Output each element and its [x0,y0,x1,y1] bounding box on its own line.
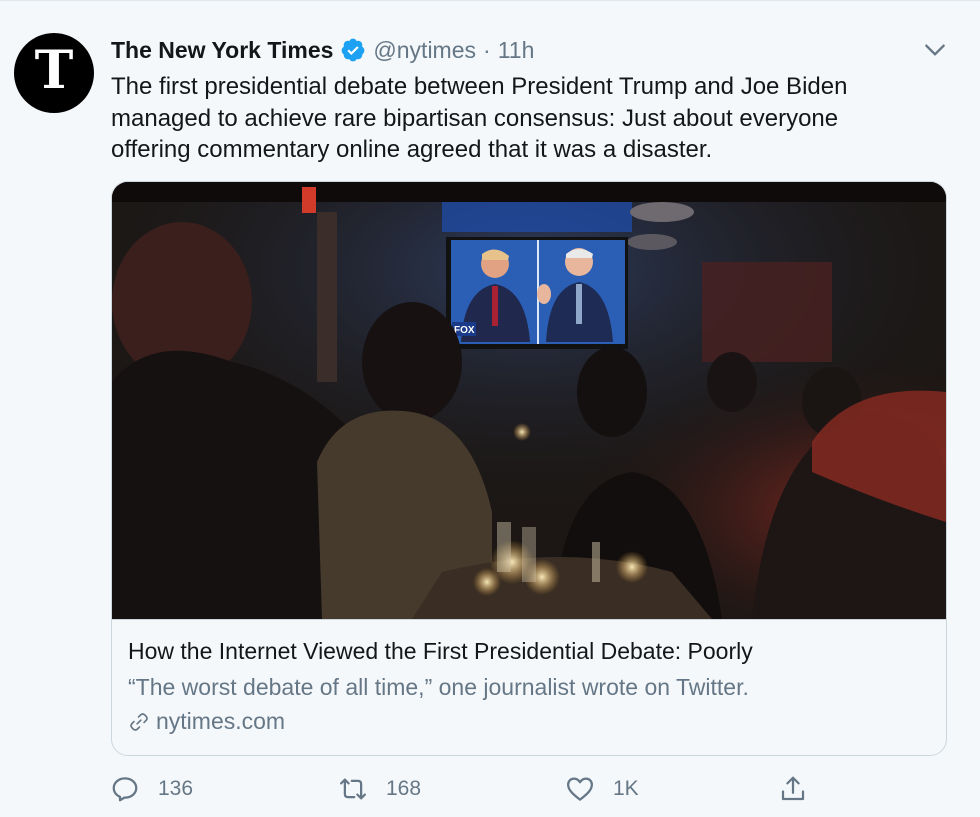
handle[interactable]: @nytimes [373,37,476,64]
share-icon [781,776,805,801]
verified-badge-icon [342,38,365,62]
card-domain: nytimes.com [128,708,285,735]
heart-icon [567,777,593,801]
card-domain-text: nytimes.com [156,708,286,734]
chevron-down-icon[interactable] [922,37,948,63]
tweet-header: The New York Times @nytimes · 11h [111,35,534,65]
display-name[interactable]: The New York Times [111,37,333,64]
reply-icon [112,777,138,802]
retweet-icon [340,778,366,800]
card-title: How the Internet Viewed the First Presid… [128,638,753,664]
link-icon [130,712,148,731]
card-description: “The worst debate of all time,” one jour… [128,674,749,700]
link-card[interactable]: FOX How the Internet Viewed the First Pr… [111,181,947,756]
separator-dot: · [483,36,491,63]
avatar[interactable]: T [14,33,94,113]
action-bar: 136 168 1K [110,771,810,807]
nyt-logo-icon: T [34,40,74,101]
reply-count: 136 [158,777,194,800]
timestamp[interactable]: 11h [498,37,535,64]
retweet-button[interactable]: 168 [338,771,421,807]
tv-network-label: FOX [454,325,475,336]
retweet-count: 168 [386,777,422,800]
debate-watch-photo: FOX [112,182,946,619]
card-image[interactable]: FOX [112,182,946,620]
tweet-text: The first presidential debate between Pr… [111,73,848,163]
tweet[interactable]: T The New York Times @nytimes · 11h The … [0,0,980,817]
share-button[interactable] [778,771,826,807]
like-button[interactable]: 1K [565,771,639,807]
like-count: 1K [613,777,639,800]
reply-button[interactable]: 136 [110,771,193,807]
